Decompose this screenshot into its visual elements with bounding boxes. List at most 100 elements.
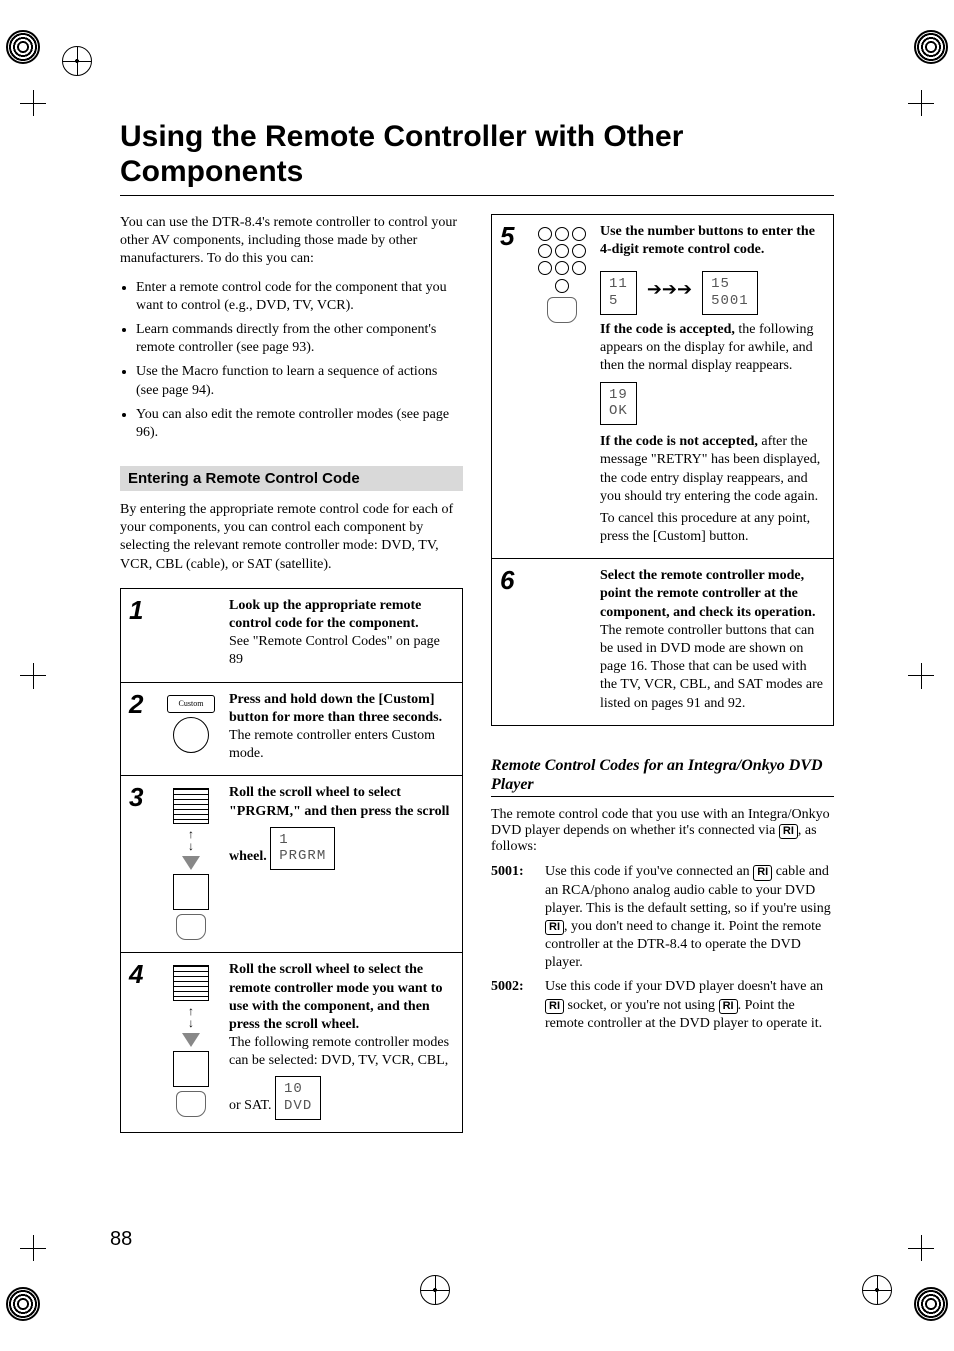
code-item-5002: 5002: Use this code if your DVD player d… (491, 978, 834, 1033)
hand-press-icon (547, 297, 577, 323)
up-down-arrows-icon: ↑↓ (188, 1005, 194, 1029)
ri-icon: RI (545, 920, 564, 935)
bullet-item: You can also edit the remote controller … (136, 406, 463, 442)
registration-mark (914, 1287, 948, 1321)
crop-mark (908, 663, 934, 689)
ri-icon: RI (719, 999, 738, 1014)
step-bold: Use the number buttons to enter the 4-di… (600, 224, 815, 257)
registration-mark (6, 30, 40, 64)
ri-icon: RI (779, 824, 798, 839)
step-illustration (534, 223, 590, 546)
code-list: 5001: Use this code if you've connected … (491, 863, 834, 1033)
steps-box-left: 1 Look up the appropriate remote control… (120, 588, 463, 1133)
step-illustration: ↑↓ (163, 961, 219, 1120)
lcd-display: 11 5 (600, 271, 637, 315)
custom-button-icon: Custom (167, 695, 215, 713)
scroll-wheel-icon (173, 1051, 209, 1087)
number-keypad-icon (538, 227, 586, 275)
lcd-display: 19 OK (600, 382, 637, 426)
step-bold: Roll the scroll wheel to select "PRGRM,"… (229, 785, 449, 863)
right-column: 5 Use the number buttons to enter the 4-… (491, 214, 834, 1133)
step-body: Press and hold down the [Custom] button … (229, 691, 454, 764)
steps-box-right: 5 Use the number buttons to enter the 4-… (491, 214, 834, 726)
step-bold: Roll the scroll wheel to select the remo… (229, 962, 442, 1032)
code-text: Use this code if your DVD player doesn't… (545, 978, 834, 1033)
step-number: 1 (129, 597, 153, 670)
code-text: Use this code if you've connected an RI … (545, 863, 834, 972)
crop-mark (20, 663, 46, 689)
intro-text: You can use the DTR-8.4's remote control… (120, 214, 463, 269)
scroll-wheel-icon (173, 788, 209, 824)
step-text: See "Remote Control Codes" on page 89 (229, 634, 440, 667)
sub-intro: The remote control code that you use wit… (491, 807, 834, 855)
arrow-right-icon: ➔➔➔ (647, 278, 692, 301)
left-column: You can use the DTR-8.4's remote control… (120, 214, 463, 1133)
step-5: 5 Use the number buttons to enter the 4-… (492, 215, 833, 558)
step-body: Select the remote controller mode, point… (600, 567, 825, 713)
scroll-wheel-icon (173, 965, 209, 1001)
hand-press-icon (176, 914, 206, 940)
content-columns: You can use the DTR-8.4's remote control… (120, 214, 834, 1133)
step-6: 6 Select the remote controller mode, poi… (492, 558, 833, 725)
step-number: 2 (129, 691, 153, 764)
bullet-item: Enter a remote control code for the comp… (136, 279, 463, 315)
lcd-display: 10 DVD (275, 1076, 321, 1120)
bullet-item: Use the Macro function to learn a sequen… (136, 363, 463, 399)
step-illustration: ↑↓ (163, 784, 219, 940)
not-accepted-bold: If the code is not accepted, (600, 434, 758, 449)
section-intro: By entering the appropriate remote contr… (120, 501, 463, 574)
registration-mark (62, 46, 92, 76)
step-2: 2 Custom Press and hold down the [Custom… (121, 682, 462, 776)
lcd-row: 11 5 ➔➔➔ 15 5001 (600, 265, 825, 315)
lcd-display: 15 5001 (702, 271, 758, 315)
step-number: 4 (129, 961, 153, 1120)
accepted-bold: If the code is accepted, (600, 322, 735, 337)
step-illustration (534, 567, 590, 713)
step-number: 3 (129, 784, 153, 940)
step-body: Use the number buttons to enter the 4-di… (600, 223, 825, 546)
step-body: Look up the appropriate remote control c… (229, 597, 454, 670)
ri-icon: RI (545, 999, 564, 1014)
step-body: Roll the scroll wheel to select "PRGRM,"… (229, 784, 454, 940)
step-paragraph: If the code is not accepted, after the m… (600, 433, 825, 506)
code-label: 5002: (491, 978, 537, 1033)
arrow-down-icon (182, 1033, 200, 1047)
sub-heading: Remote Control Codes for an Integra/Onky… (491, 756, 834, 794)
step-text: The following remote controller modes ca… (229, 1035, 449, 1113)
step-number: 5 (500, 223, 524, 546)
intro-bullets: Enter a remote control code for the comp… (120, 279, 463, 443)
step-text: The remote controller buttons that can b… (600, 623, 823, 711)
registration-mark (914, 30, 948, 64)
step-3: 3 ↑↓ Roll the scroll wheel to select "PR… (121, 775, 462, 952)
step-illustration: Custom (163, 691, 219, 764)
step-bold: Select the remote controller mode, point… (600, 568, 815, 619)
step-4: 4 ↑↓ Roll the scroll wheel to select the… (121, 952, 462, 1132)
registration-mark (420, 1275, 450, 1305)
crop-mark (908, 1235, 934, 1261)
registration-mark (862, 1275, 892, 1305)
registration-mark (6, 1287, 40, 1321)
divider (120, 195, 834, 196)
arrow-down-icon (182, 856, 200, 870)
step-bold: Press and hold down the [Custom] button … (229, 692, 442, 725)
step-1: 1 Look up the appropriate remote control… (121, 589, 462, 682)
up-down-arrows-icon: ↑↓ (188, 828, 194, 852)
code-label: 5001: (491, 863, 537, 972)
scroll-wheel-icon (173, 874, 209, 910)
page-number: 88 (110, 1228, 132, 1251)
crop-mark (20, 90, 46, 116)
zero-key-icon (555, 279, 569, 293)
step-bold: Look up the appropriate remote control c… (229, 598, 421, 631)
button-icon (173, 717, 209, 753)
code-item-5001: 5001: Use this code if you've connected … (491, 863, 834, 972)
ri-icon: RI (753, 865, 772, 880)
divider (491, 796, 834, 797)
hand-press-icon (176, 1091, 206, 1117)
lcd-display: 1 PRGRM (270, 827, 335, 871)
step-number: 6 (500, 567, 524, 713)
step-illustration (163, 597, 219, 670)
step-body: Roll the scroll wheel to select the remo… (229, 961, 454, 1120)
bullet-item: Learn commands directly from the other c… (136, 321, 463, 357)
section-heading: Entering a Remote Control Code (120, 466, 463, 491)
page-title: Using the Remote Controller with Other C… (120, 120, 834, 189)
